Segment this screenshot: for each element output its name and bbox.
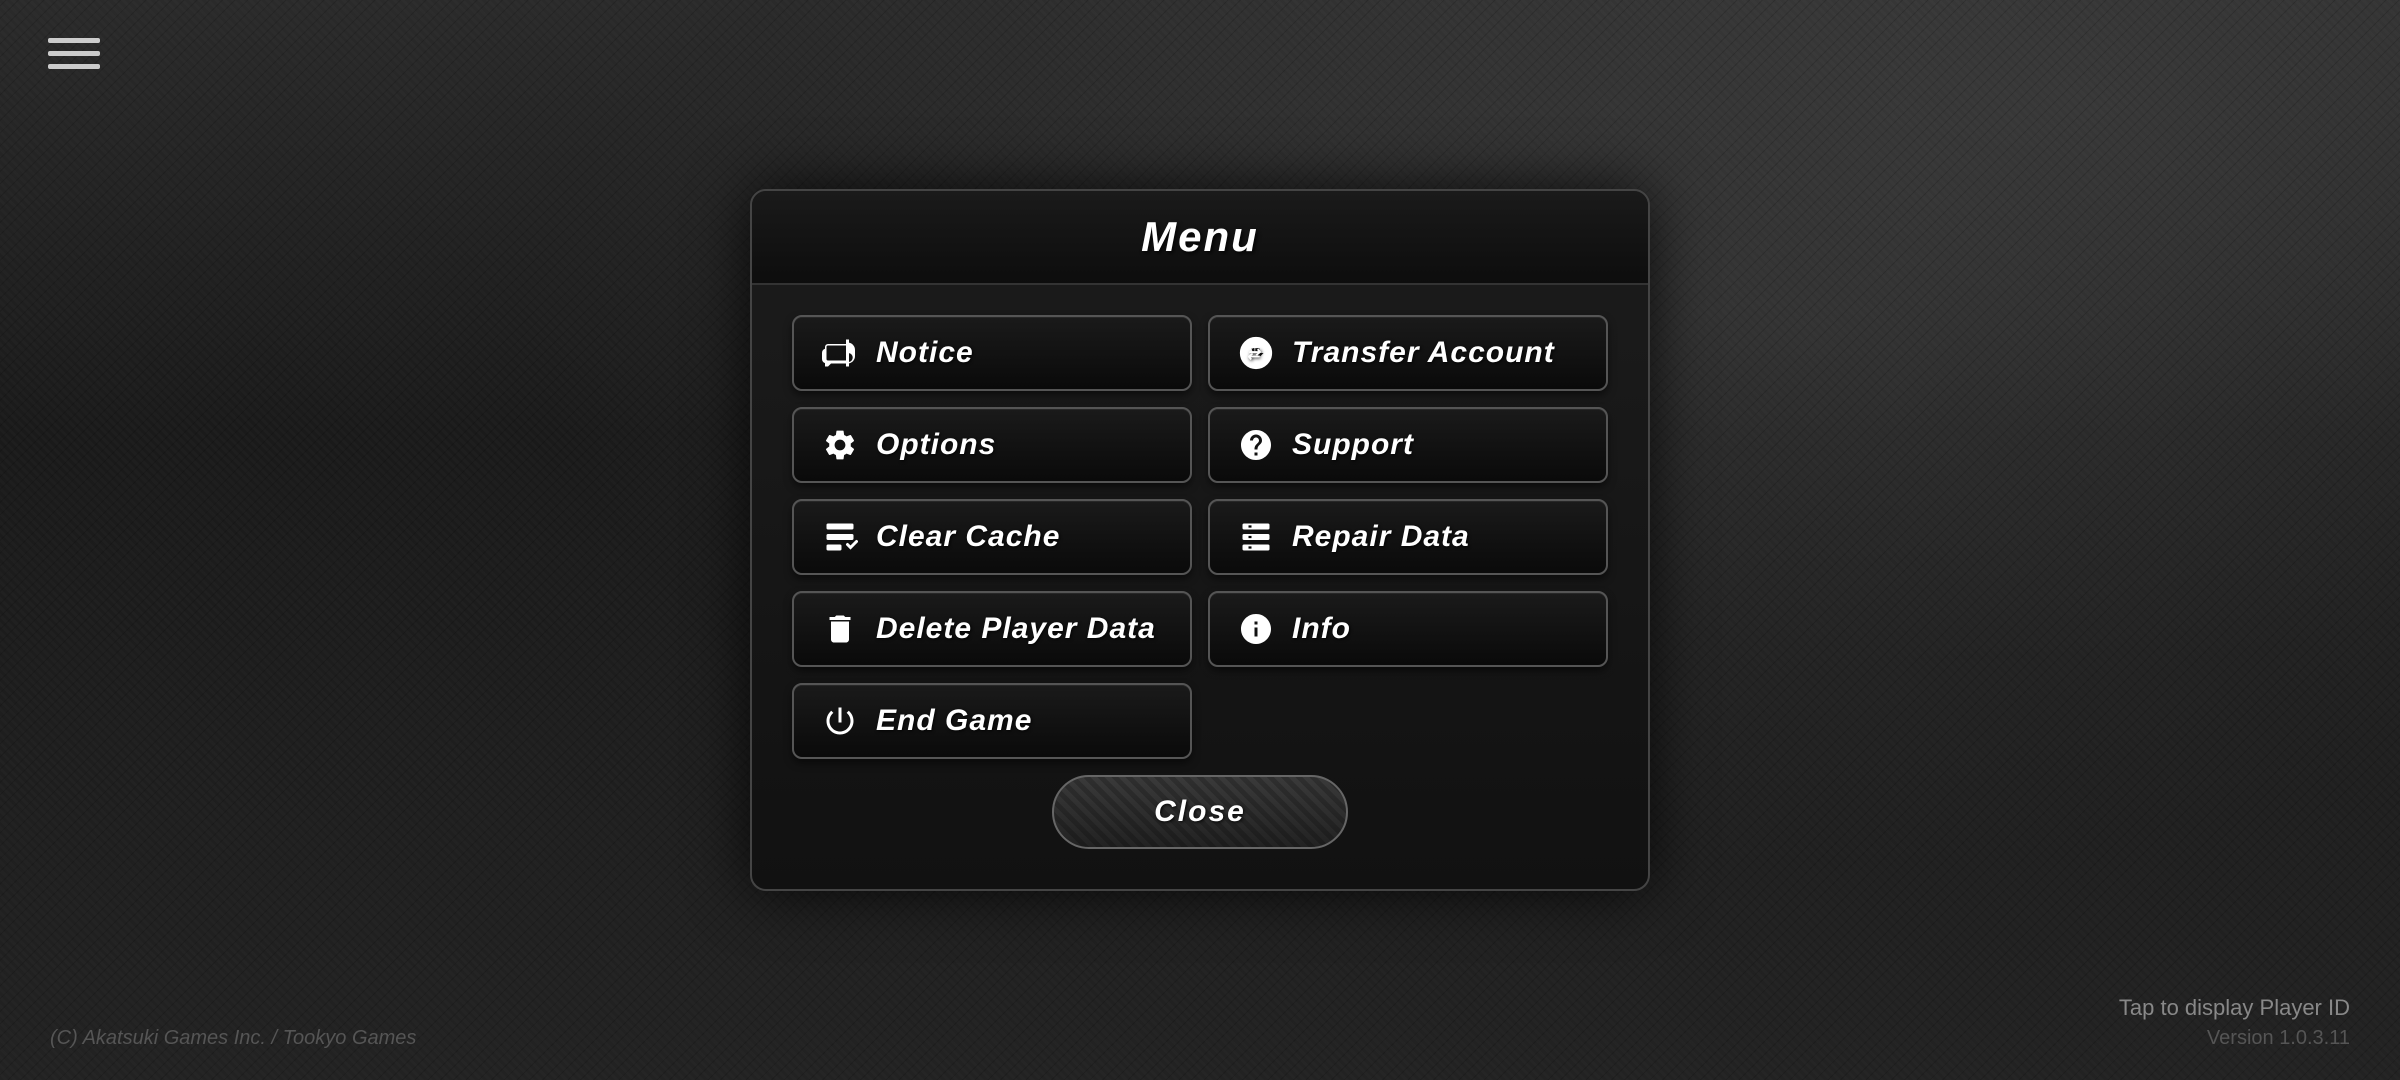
clear-cache-icon — [822, 519, 858, 555]
copyright-text: (C) Akatsuki Games Inc. / Tookyo Games — [50, 1027, 416, 1050]
modal-header: Menu — [752, 191, 1648, 285]
support-button[interactable]: Support — [1208, 407, 1608, 483]
modal-overlay: Menu Notice ⇄ Transfer Ac — [0, 0, 2400, 1080]
menu-modal: Menu Notice ⇄ Transfer Ac — [750, 189, 1650, 891]
power-icon — [822, 703, 858, 739]
gear-icon — [822, 427, 858, 463]
clear-cache-button[interactable]: Clear Cache — [792, 499, 1192, 575]
hamburger-line-3 — [48, 64, 100, 69]
notice-button[interactable]: Notice — [792, 315, 1192, 391]
end-game-row: End Game — [752, 683, 1648, 759]
end-game-label: End Game — [876, 704, 1032, 738]
modal-title: Menu — [1141, 213, 1259, 260]
close-button[interactable]: Close — [1052, 775, 1348, 849]
repair-data-button[interactable]: Repair Data — [1208, 499, 1608, 575]
info-icon — [1238, 611, 1274, 647]
trash-icon — [822, 611, 858, 647]
hamburger-line-2 — [48, 51, 100, 56]
transfer-icon: ⇄ — [1238, 335, 1274, 371]
transfer-account-label: Transfer Account — [1292, 336, 1555, 370]
support-label: Support — [1292, 428, 1414, 462]
end-game-button[interactable]: End Game — [792, 683, 1192, 759]
options-button[interactable]: Options — [792, 407, 1192, 483]
close-label: Close — [1154, 795, 1246, 828]
hamburger-line-1 — [48, 38, 100, 43]
version-text: Version 1.0.3.11 — [2207, 1027, 2350, 1050]
repair-data-label: Repair Data — [1292, 520, 1470, 554]
close-button-row: Close — [752, 775, 1648, 849]
delete-player-data-button[interactable]: Delete Player Data — [792, 591, 1192, 667]
footer-right: Tap to display Player ID Version 1.0.3.1… — [2119, 995, 2350, 1050]
megaphone-icon — [822, 335, 858, 371]
notice-label: Notice — [876, 336, 974, 370]
buttons-grid: Notice ⇄ Transfer Account Op — [752, 315, 1648, 667]
transfer-account-button[interactable]: ⇄ Transfer Account — [1208, 315, 1608, 391]
info-button[interactable]: Info — [1208, 591, 1608, 667]
clear-cache-label: Clear Cache — [876, 520, 1060, 554]
delete-player-data-label: Delete Player Data — [876, 612, 1156, 646]
tap-player-id-button[interactable]: Tap to display Player ID — [2119, 995, 2350, 1021]
hamburger-menu-button[interactable] — [40, 30, 108, 77]
question-icon — [1238, 427, 1274, 463]
info-label: Info — [1292, 612, 1351, 646]
repair-icon — [1238, 519, 1274, 555]
svg-text:⇄: ⇄ — [1247, 346, 1261, 363]
options-label: Options — [876, 428, 996, 462]
